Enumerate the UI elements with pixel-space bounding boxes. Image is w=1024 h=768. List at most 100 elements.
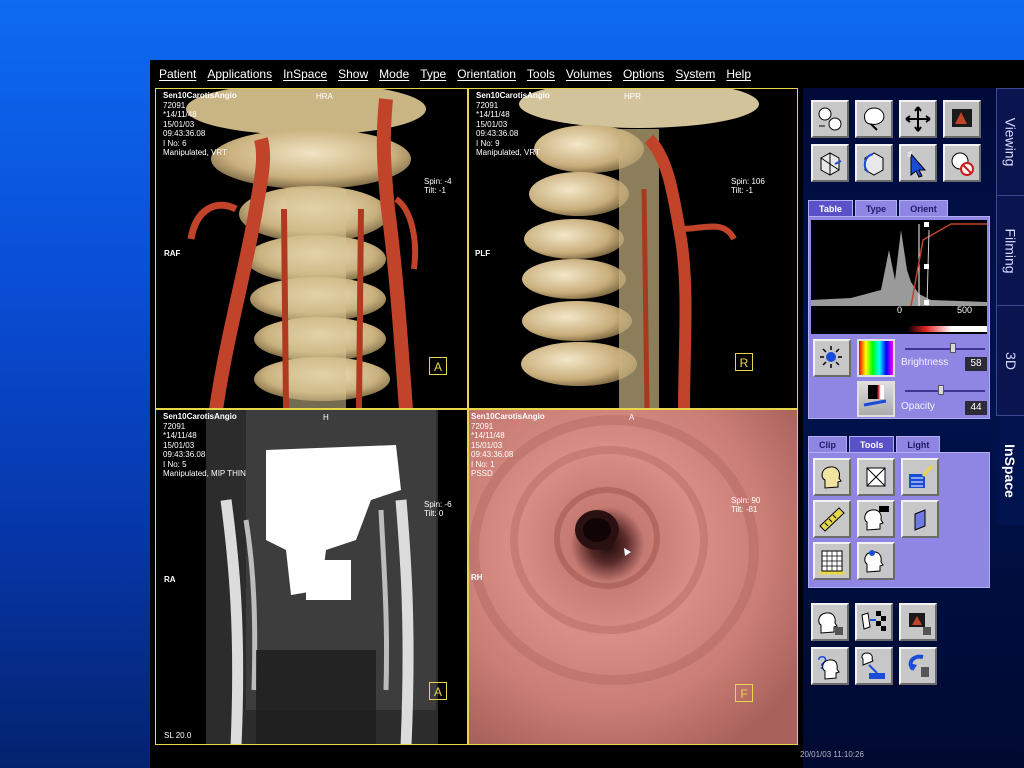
viewport-bottom-left[interactable]: Sen10CarotisAngio 72091 *14/11/48 15/01/…: [155, 409, 468, 745]
orientation-top-label: HPR: [624, 92, 641, 101]
film-button[interactable]: [899, 603, 937, 641]
tab-orient[interactable]: Orient: [899, 200, 948, 216]
menu-show[interactable]: Show: [338, 67, 368, 81]
lut-axis-label-0: 0: [897, 305, 903, 315]
help-icon: ?: [817, 653, 840, 680]
menu-system[interactable]: System: [675, 67, 715, 81]
camera-view-button[interactable]: [857, 542, 895, 580]
head-xyz-button[interactable]: [857, 500, 895, 538]
save-view-button[interactable]: [855, 647, 893, 685]
menu-mode[interactable]: Mode: [379, 67, 409, 81]
viewport-top-left[interactable]: Sen10CarotisAngio 72091 *14/11/48 15/01/…: [155, 88, 468, 409]
view-marker: A: [429, 357, 447, 375]
help-button[interactable]: ?: [811, 647, 849, 685]
volume-cube-icon: [820, 152, 842, 176]
rotate-volume-icon: [863, 152, 884, 176]
rotate-volume-button[interactable]: [855, 144, 893, 182]
menu-orientation[interactable]: Orientation: [457, 67, 516, 81]
head-view-icon: [818, 612, 843, 635]
menu-inspace[interactable]: InSpace: [283, 67, 327, 81]
tab-table[interactable]: Table: [808, 200, 853, 216]
brightness-slider-knob[interactable]: [950, 343, 956, 353]
opacity-lut-swatch[interactable]: [857, 381, 895, 417]
viewport-top-right[interactable]: Sen10CarotisAngio 72091 *14/11/48 15/01/…: [468, 88, 798, 409]
head-profile-icon: [821, 466, 842, 489]
pan-tool-button[interactable]: [899, 100, 937, 138]
orientation-left-label: RH: [471, 573, 483, 582]
tab-clip[interactable]: Clip: [808, 436, 847, 452]
patient-info-overlay: Sen10CarotisAngio 72091 *14/11/48 15/01/…: [163, 91, 237, 157]
volume-tool-button[interactable]: [811, 144, 849, 182]
menu-options[interactable]: Options: [623, 67, 664, 81]
red-display-icon: [952, 109, 972, 127]
save-view-icon: [861, 652, 885, 679]
view-marker: R: [735, 353, 753, 371]
brightness-preset-button[interactable]: [813, 339, 851, 377]
menu-volumes[interactable]: Volumes: [566, 67, 612, 81]
clip-box-button[interactable]: [857, 458, 895, 496]
cut-plane-button[interactable]: [901, 500, 939, 538]
tools-panel-tabs: Clip Tools Light: [808, 436, 942, 452]
viewport-bottom-right[interactable]: Sen10CarotisAngio 72091 *14/11/48 15/01/…: [468, 409, 798, 745]
orientation-left-label: RAF: [164, 249, 181, 258]
rotate-icon: [818, 107, 842, 131]
undo-button[interactable]: [899, 647, 937, 685]
brightness-label: Brightness: [901, 357, 949, 368]
clip-box-icon: [866, 467, 886, 487]
ruler-icon: [819, 507, 845, 532]
rotate-tool-button[interactable]: [811, 100, 849, 138]
export-series-icon: [861, 611, 886, 631]
lut-axis-label-500: 500: [957, 305, 973, 315]
orientation-top-label: H: [323, 413, 329, 422]
side-tab-inspace[interactable]: InSpace: [996, 415, 1024, 525]
measure-distance-button[interactable]: [813, 500, 851, 538]
export-series-button[interactable]: [855, 603, 893, 641]
head-camera-icon: [864, 550, 884, 573]
menu-bar: Patient Applications InSpace Show Mode T…: [150, 60, 1024, 88]
color-lut-swatch[interactable]: [857, 339, 895, 377]
orientation-left-label: RA: [164, 575, 176, 584]
brightness-value[interactable]: 58: [965, 357, 987, 371]
annotation-button[interactable]: [901, 458, 939, 496]
menu-help[interactable]: Help: [726, 67, 751, 81]
tools-panel: [808, 452, 990, 588]
pointer-tool-button[interactable]: [899, 144, 937, 182]
tab-type[interactable]: Type: [854, 200, 898, 216]
tab-tools[interactable]: Tools: [849, 436, 895, 452]
table-panel: 0 500 Brightness 58 Opacity 44: [808, 216, 990, 419]
zoom-tool-button[interactable]: [855, 100, 893, 138]
orientation-left-label: PLF: [475, 249, 491, 258]
menu-patient[interactable]: Patient: [159, 67, 196, 81]
opacity-value[interactable]: 44: [965, 401, 987, 415]
pan-icon: [905, 106, 931, 132]
undo-icon: [908, 654, 929, 677]
system-clock: 20/01/03 11:10:26: [800, 750, 864, 759]
orientation-top-label: A: [629, 413, 635, 422]
patient-info-overlay: Sen10CarotisAngio 72091 *14/11/48 15/01/…: [163, 412, 246, 478]
patient-info-overlay: Sen10CarotisAngio 72091 *14/11/48 15/01/…: [476, 91, 550, 157]
side-tab-filming[interactable]: Filming: [996, 195, 1024, 305]
no-edit-icon: [951, 152, 974, 176]
no-edit-tool-button[interactable]: [943, 144, 981, 182]
head-view-button[interactable]: [811, 603, 849, 641]
brightness-slider-track[interactable]: [905, 348, 985, 350]
opacity-slider-knob[interactable]: [938, 385, 944, 395]
side-tab-3d[interactable]: 3D: [996, 305, 1024, 415]
grid-button[interactable]: [813, 542, 851, 580]
spin-tilt-readout: Spin: 90 Tilt: -81: [731, 496, 761, 514]
sun-icon: [820, 346, 842, 368]
histogram-lut-editor[interactable]: [811, 220, 987, 334]
tab-light[interactable]: Light: [896, 436, 941, 452]
opacity-slider-track[interactable]: [905, 390, 985, 392]
menu-type[interactable]: Type: [420, 67, 446, 81]
control-panel: Table Type Orient 0 500 Brightness 58 Op…: [803, 88, 1024, 768]
zoom-3d-icon: [864, 107, 885, 131]
head-axes-icon: [864, 506, 889, 531]
view-marker: F: [735, 684, 753, 702]
cut-plane-icon: [914, 509, 926, 531]
head-surface-button[interactable]: [813, 458, 851, 496]
menu-applications[interactable]: Applications: [207, 67, 272, 81]
menu-tools[interactable]: Tools: [527, 67, 555, 81]
display-tool-button[interactable]: [943, 100, 981, 138]
side-tab-viewing[interactable]: Viewing: [996, 88, 1024, 195]
